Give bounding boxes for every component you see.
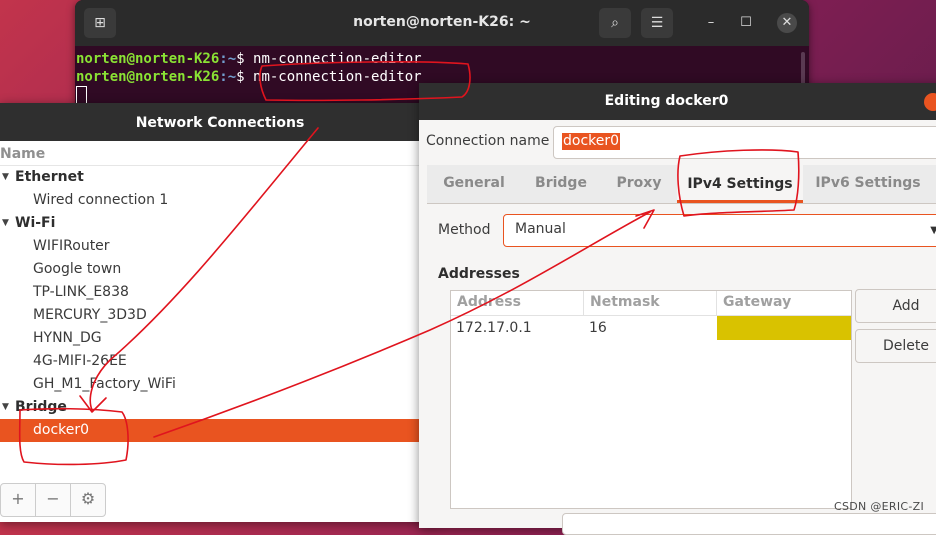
watermark: CSDN @ERIC-ZI — [834, 500, 925, 513]
prompt-path: :~ — [219, 69, 237, 85]
tab-ipv6-settings[interactable]: IPv6 Settings — [803, 165, 933, 203]
terminal-cursor — [76, 86, 87, 104]
add-connection-button[interactable]: + — [1, 484, 36, 516]
method-value: Manual — [515, 221, 566, 237]
list-item[interactable]: MERCURY_3D3D — [0, 304, 440, 327]
network-connections-window[interactable]: Network Connections Name ▼ Ethernet Wired… — [0, 103, 440, 522]
connection-toolbar: + − ⚙ — [0, 483, 106, 517]
hamburger-menu-icon[interactable]: ☰ — [641, 8, 673, 38]
prompt-path: :~ — [219, 51, 237, 67]
tab-general[interactable]: General — [427, 165, 521, 203]
addresses-table[interactable]: Address Netmask Gateway 172.17.0.1 16 — [450, 290, 852, 509]
delete-address-button[interactable]: Delete — [855, 329, 936, 363]
close-icon[interactable] — [924, 93, 936, 111]
address-cell[interactable]: 172.17.0.1 — [456, 320, 532, 336]
column-header-gateway[interactable]: Gateway — [723, 294, 791, 310]
list-item[interactable]: Wired connection 1 — [0, 189, 440, 212]
gateway-cell[interactable] — [717, 316, 851, 340]
prompt-symbol: $ — [236, 69, 254, 85]
connection-name-value: docker0 — [562, 133, 621, 150]
list-item[interactable]: 4G-MIFI-26EE — [0, 350, 440, 373]
close-icon[interactable]: ✕ — [777, 13, 797, 33]
editing-connection-window[interactable]: Editing docker0 Connection name docker0 … — [419, 83, 936, 535]
group-wifi[interactable]: ▼ Wi-Fi — [0, 212, 440, 235]
connection-name-label: Connection name — [426, 133, 550, 149]
method-dropdown[interactable]: Manual ▼ — [503, 214, 936, 247]
prompt-symbol: $ — [236, 51, 254, 67]
group-label: Ethernet — [15, 169, 84, 185]
prompt-user: norten@norten-K26 — [76, 69, 220, 85]
addresses-heading: Addresses — [438, 266, 520, 282]
terminal-line: norten@norten-K26:~$ nm-connection-edito… — [76, 50, 809, 68]
netmask-cell[interactable]: 16 — [589, 320, 607, 336]
terminal-title: norten@norten-K26: ~ — [353, 14, 531, 30]
command-text: nm-connection-editor — [253, 51, 422, 67]
tab-bridge[interactable]: Bridge — [521, 165, 601, 203]
list-item[interactable]: GH_M1_Factory_WiFi — [0, 373, 440, 396]
group-label: Bridge — [15, 399, 67, 415]
addresses-table-header: Address Netmask Gateway — [451, 291, 851, 316]
chevron-down-icon: ▼ — [930, 225, 936, 236]
editor-title: Editing docker0 — [419, 83, 936, 120]
expander-triangle-icon[interactable]: ▼ — [2, 396, 9, 419]
list-item[interactable]: Google town — [0, 258, 440, 281]
command-text: nm-connection-editor — [253, 69, 422, 85]
prompt-user: norten@norten-K26 — [76, 51, 220, 67]
list-item-selected[interactable]: docker0 — [0, 419, 420, 442]
connection-tree[interactable]: ▼ Ethernet Wired connection 1 ▼ Wi-Fi WIFI… — [0, 166, 440, 442]
search-icon[interactable]: ⌕ — [599, 8, 631, 38]
add-address-button[interactable]: Add — [855, 289, 936, 323]
minimize-icon[interactable]: – — [701, 13, 721, 33]
group-label: Wi-Fi — [15, 215, 56, 231]
list-item[interactable]: WIFIRouter — [0, 235, 440, 258]
dns-servers-field[interactable] — [562, 513, 936, 535]
network-connections-title: Network Connections — [0, 103, 440, 141]
column-header-address[interactable]: Address — [457, 294, 521, 310]
list-item[interactable]: TP-LINK_E838 — [0, 281, 440, 304]
terminal-titlebar[interactable]: ⊞ norten@norten-K26: ~ ⌕ ☰ – ☐ ✕ — [75, 0, 809, 46]
gear-icon[interactable]: ⚙ — [71, 484, 105, 516]
expander-triangle-icon[interactable]: ▼ — [2, 212, 9, 235]
group-ethernet[interactable]: ▼ Ethernet — [0, 166, 440, 189]
column-header-netmask[interactable]: Netmask — [590, 294, 660, 310]
tab-ipv4-settings[interactable]: IPv4 Settings — [677, 165, 803, 203]
editor-tabs: General Bridge Proxy IPv4 Settings IPv6 … — [427, 165, 936, 204]
list-item[interactable]: HYNN_DG — [0, 327, 440, 350]
maximize-icon[interactable]: ☐ — [736, 13, 756, 33]
expander-triangle-icon[interactable]: ▼ — [2, 166, 9, 189]
remove-connection-button[interactable]: − — [36, 484, 71, 516]
table-row[interactable]: 172.17.0.1 16 — [451, 316, 851, 340]
connection-name-field[interactable]: docker0 — [553, 126, 936, 159]
group-bridge[interactable]: ▼ Bridge — [0, 396, 440, 419]
column-header-name[interactable]: Name — [0, 141, 440, 166]
tab-proxy[interactable]: Proxy — [601, 165, 677, 203]
method-label: Method — [438, 222, 491, 238]
